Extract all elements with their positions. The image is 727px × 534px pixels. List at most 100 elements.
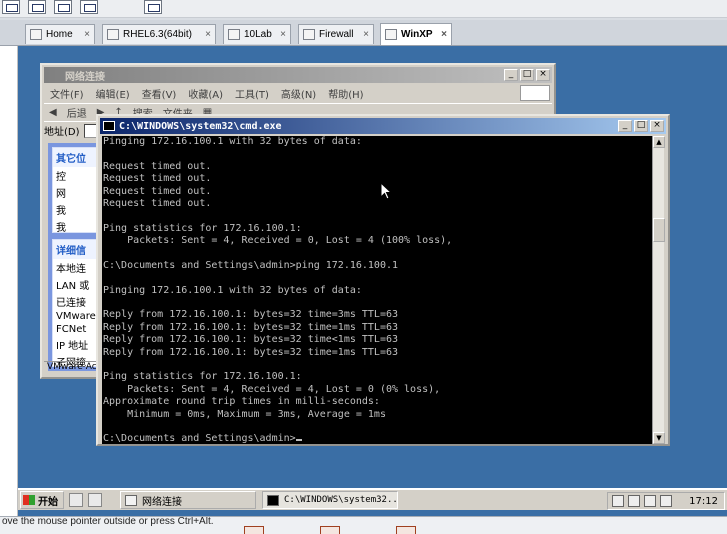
close-icon[interactable]: × bbox=[359, 29, 373, 40]
network-icon[interactable] bbox=[628, 495, 640, 507]
menu-tools[interactable]: 工具(T) bbox=[235, 86, 269, 101]
cmd-titlebar[interactable]: C:\WINDOWS\system32\cmd.exe _ □ × bbox=[100, 118, 666, 134]
mouse-pointer-icon bbox=[380, 182, 392, 200]
tab-label: Firewall bbox=[319, 29, 354, 40]
tab-label: WinXP bbox=[401, 29, 433, 40]
menu-file[interactable]: 文件(F) bbox=[50, 86, 84, 101]
console-line: C:\Documents and Settings\admin> bbox=[103, 433, 654, 444]
ie-icon[interactable] bbox=[88, 493, 102, 507]
menu-favorites[interactable]: 收藏(A) bbox=[188, 86, 223, 101]
task-label: C:\WINDOWS\system32... bbox=[284, 495, 398, 505]
host-tab-bar: Home × RHEL6.3(64bit) × 10Lab × Firewall… bbox=[0, 20, 727, 46]
console-line: Ping statistics for 172.16.100.1: bbox=[103, 371, 302, 383]
cmd-window: C:\WINDOWS\system32\cmd.exe _ □ × Pingin… bbox=[96, 114, 670, 446]
cmd-icon bbox=[103, 121, 115, 131]
menu-bar: 文件(F) 编辑(E) 查看(V) 收藏(A) 工具(T) 高级(N) 帮助(H… bbox=[44, 84, 552, 102]
windows-flag-icon bbox=[23, 495, 35, 505]
thumbnail-icon[interactable] bbox=[80, 0, 98, 14]
network-folder-icon bbox=[125, 494, 137, 506]
show-desktop-icon[interactable] bbox=[69, 493, 83, 507]
console-output[interactable]: Pinging 172.16.100.1 with 32 bytes of da… bbox=[102, 136, 654, 444]
close-icon[interactable]: × bbox=[536, 69, 550, 81]
console-line: Request timed out. bbox=[103, 173, 212, 185]
close-icon[interactable]: × bbox=[276, 29, 290, 40]
app-icon[interactable] bbox=[320, 526, 340, 534]
console-line: Minimum = 0ms, Maximum = 3ms, Average = … bbox=[103, 408, 386, 420]
fullscreen-icon[interactable] bbox=[2, 0, 20, 14]
network-folder-icon bbox=[47, 69, 61, 81]
maximize-icon[interactable]: □ bbox=[520, 69, 534, 81]
taskbar: 开始 网络连接 C:\WINDOWS\system32... 17:12 bbox=[18, 488, 727, 510]
tab-winxp[interactable]: WinXP × bbox=[380, 23, 452, 45]
cmd-icon bbox=[267, 494, 279, 506]
volume-icon[interactable] bbox=[644, 495, 656, 507]
minimize-icon[interactable]: _ bbox=[618, 120, 632, 132]
console-line: Request timed out. bbox=[103, 197, 212, 209]
console-line: Ping statistics for 172.16.100.1: bbox=[103, 222, 302, 234]
menu-edit[interactable]: 编辑(E) bbox=[96, 86, 130, 101]
window-title: 网络连接 bbox=[65, 71, 105, 83]
vm-icon bbox=[303, 29, 315, 40]
console-line: Reply from 172.16.100.1: bytes=32 time<1… bbox=[103, 334, 399, 346]
console-line: Reply from 172.16.100.1: bytes=32 time=3… bbox=[103, 309, 399, 321]
tab-10lab[interactable]: 10Lab × bbox=[223, 24, 291, 44]
start-button[interactable]: 开始 bbox=[20, 491, 64, 509]
console-line: Pinging 172.16.100.1 with 32 bytes of da… bbox=[103, 284, 362, 296]
close-icon[interactable]: × bbox=[201, 29, 215, 40]
close-icon[interactable]: × bbox=[650, 120, 664, 132]
unity-icon[interactable] bbox=[28, 0, 46, 14]
system-tray: 17:12 bbox=[607, 492, 725, 510]
console-line: Request timed out. bbox=[103, 160, 212, 172]
host-taskbar-strip bbox=[0, 526, 727, 534]
task-cmd[interactable]: C:\WINDOWS\system32... bbox=[262, 491, 398, 509]
maximize-icon[interactable]: □ bbox=[634, 120, 648, 132]
ime-icon[interactable] bbox=[612, 495, 624, 507]
netwin-titlebar[interactable]: 网络连接 _ □ × bbox=[44, 67, 552, 83]
preferences-icon[interactable] bbox=[144, 0, 162, 14]
tab-firewall[interactable]: Firewall × bbox=[298, 24, 374, 44]
scroll-down-icon[interactable]: ▼ bbox=[653, 432, 665, 444]
window-title: C:\WINDOWS\system32\cmd.exe bbox=[119, 120, 282, 132]
console-scrollbar[interactable]: ▲ ▼ bbox=[652, 136, 665, 444]
console-line: Pinging 172.16.100.1 with 32 bytes of da… bbox=[103, 136, 362, 147]
scroll-up-icon[interactable]: ▲ bbox=[653, 136, 665, 148]
back-button[interactable]: 后退 bbox=[67, 105, 87, 120]
vm-icon bbox=[385, 29, 397, 40]
console-line: Approximate round trip times in milli-se… bbox=[103, 396, 380, 408]
vm-icon bbox=[228, 29, 240, 40]
text-cursor bbox=[295, 439, 302, 442]
app-icon[interactable] bbox=[244, 526, 264, 534]
tab-rhel[interactable]: RHEL6.3(64bit) × bbox=[102, 24, 216, 44]
home-icon bbox=[30, 29, 42, 40]
security-icon[interactable] bbox=[660, 495, 672, 507]
menu-view[interactable]: 查看(V) bbox=[142, 86, 177, 101]
back-icon[interactable]: ◀ bbox=[49, 107, 57, 118]
tab-label: Home bbox=[46, 29, 73, 40]
host-sidebar-edge bbox=[0, 46, 18, 516]
menu-help[interactable]: 帮助(H) bbox=[328, 86, 363, 101]
scroll-thumb[interactable] bbox=[653, 218, 665, 242]
minimize-icon[interactable]: _ bbox=[504, 69, 518, 81]
console-line: Reply from 172.16.100.1: bytes=32 time=1… bbox=[103, 321, 399, 333]
close-icon[interactable]: × bbox=[437, 29, 451, 40]
host-toolbar bbox=[0, 0, 727, 18]
console-line: Request timed out. bbox=[103, 185, 212, 197]
tab-home[interactable]: Home × bbox=[25, 24, 95, 44]
console-view-icon[interactable] bbox=[54, 0, 72, 14]
task-network-connections[interactable]: 网络连接 bbox=[120, 491, 256, 509]
close-icon[interactable]: × bbox=[80, 29, 94, 40]
task-label: 网络连接 bbox=[142, 496, 182, 508]
tab-label: 10Lab bbox=[244, 29, 272, 40]
app-icon[interactable] bbox=[396, 526, 416, 534]
menu-advanced[interactable]: 高级(N) bbox=[281, 86, 316, 101]
start-label: 开始 bbox=[38, 496, 58, 508]
address-label: 地址(D) bbox=[44, 127, 80, 138]
windows-logo-icon bbox=[520, 85, 550, 101]
